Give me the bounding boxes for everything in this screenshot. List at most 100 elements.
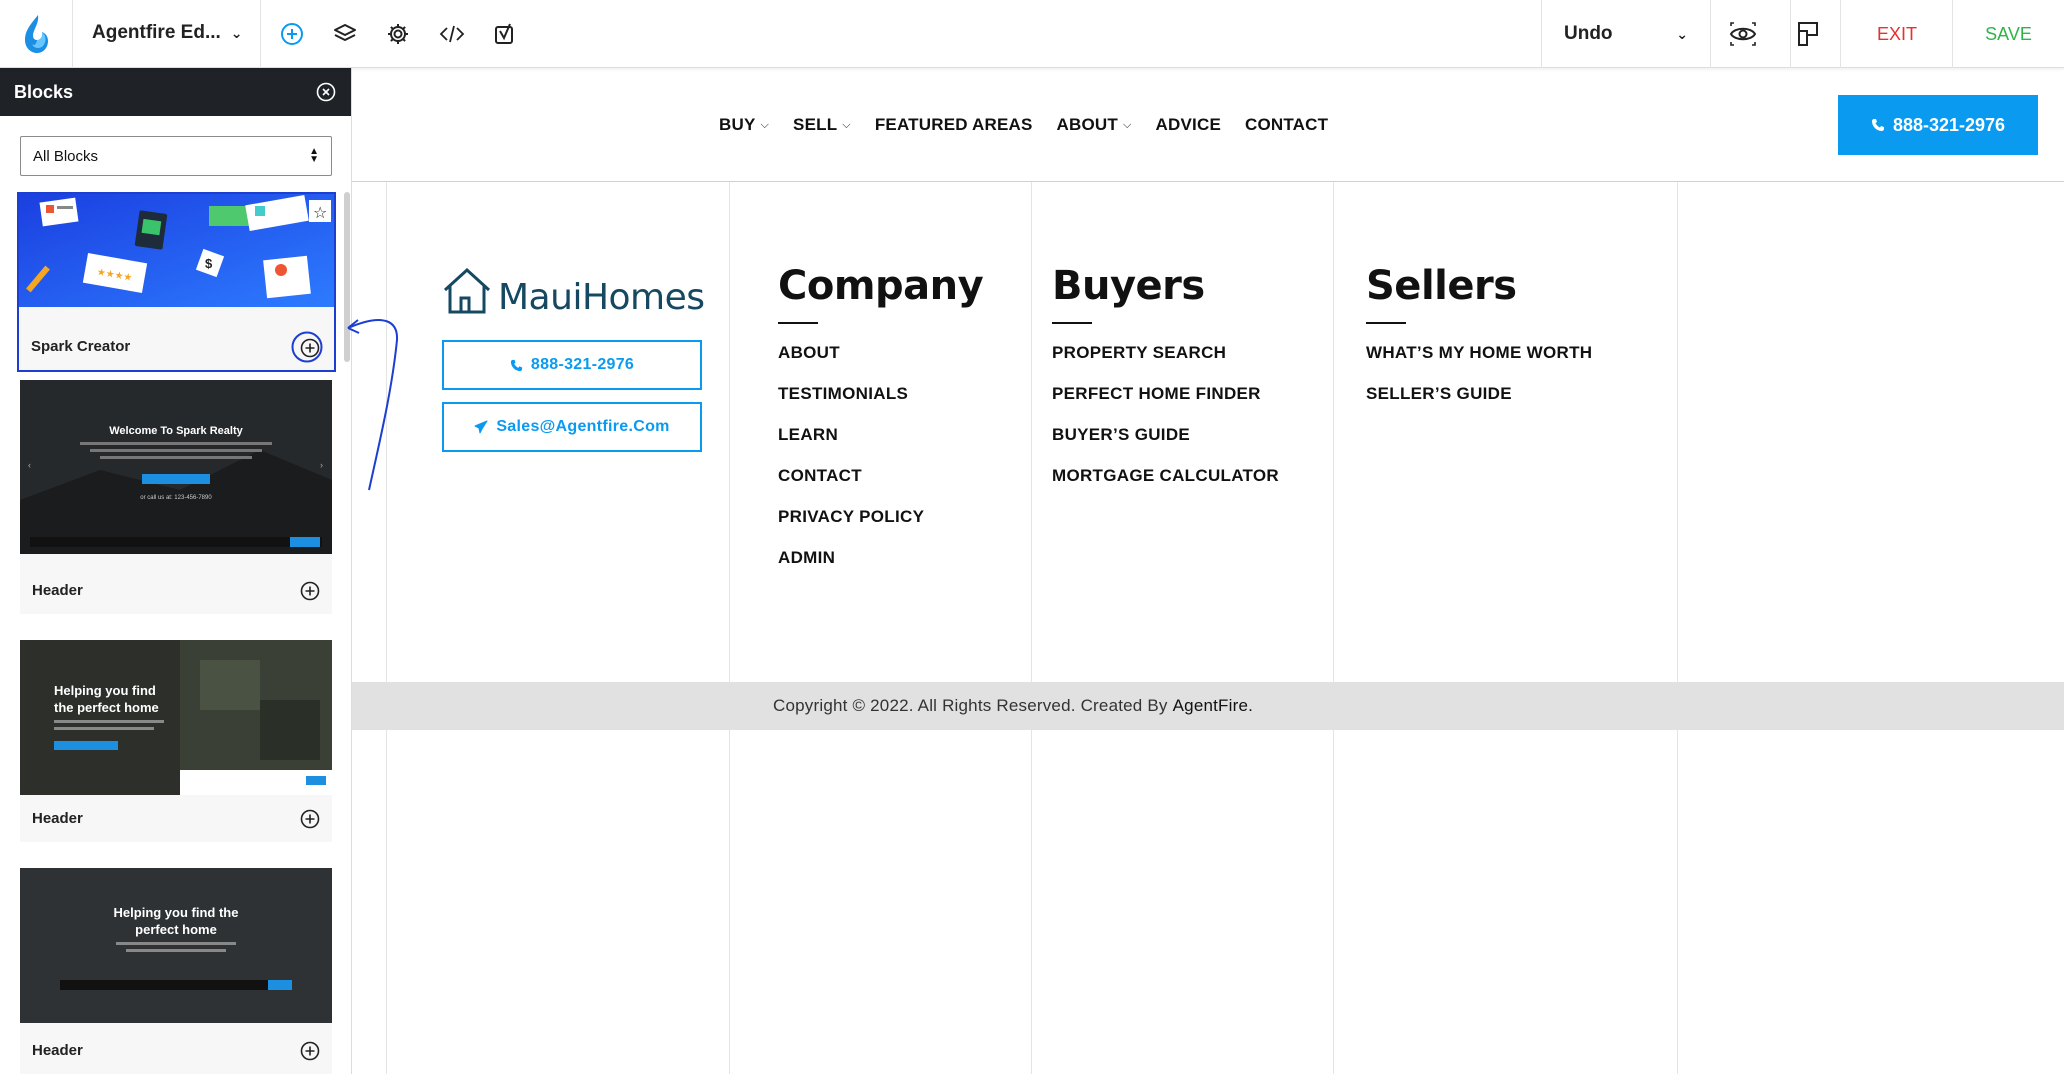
block-thumbnail: Welcome To Spark Realty or call us at: 1…: [20, 380, 332, 554]
footer-link-perfect-home-finder[interactable]: PERFECT HOME FINDER: [1052, 383, 1279, 424]
footer-link-admin[interactable]: ADMIN: [778, 547, 983, 588]
footer-link-property-search[interactable]: PROPERTY SEARCH: [1052, 342, 1279, 383]
header-phone-label: 888-321-2976: [1892, 114, 2006, 135]
seo-button[interactable]: [489, 18, 521, 50]
footer-link-buyers-guide[interactable]: BUYER’S GUIDE: [1052, 424, 1279, 465]
grid-line: [386, 182, 387, 1074]
blocks-panel: Blocks All Blocks ▲ ▼ ★★★★ $ ☆ Spark Cre…: [0, 68, 352, 1074]
preview-eye-icon: [1729, 22, 1757, 46]
select-arrows-icon: ▲ ▼: [309, 146, 319, 165]
footer-logo[interactable]: MauiHomes: [442, 266, 705, 316]
footer-column-company: Company ABOUT TESTIMONIALS LEARN CONTACT…: [778, 263, 984, 588]
copyright-text: Copyright © 2022. All Rights Reserved. C…: [773, 696, 1168, 715]
footer-link-about[interactable]: ABOUT: [778, 342, 983, 383]
chevron-down-icon: ⌄: [230, 25, 243, 41]
phone-icon: [1871, 119, 1884, 131]
paper-plane-icon: [474, 420, 488, 434]
main-nav: BUY ⌵ SELL ⌵ FEATURED AREAS ABOUT ⌵ ADVICE …: [719, 68, 1328, 182]
nav-label: CONTACT: [1244, 115, 1329, 134]
undo-label: Undo: [1564, 23, 1613, 44]
responsive-view-button[interactable]: [1792, 18, 1824, 50]
agentfire-logo-icon[interactable]: [14, 12, 58, 56]
nav-label: SELL: [793, 115, 838, 134]
svg-text:perfect home: perfect home: [135, 922, 217, 937]
nav-label: ADVICE: [1155, 115, 1221, 134]
title-underline: [1052, 322, 1092, 324]
code-button[interactable]: [436, 18, 468, 50]
page-canvas: BUY ⌵ SELL ⌵ FEATURED AREAS ABOUT ⌵ ADVICE …: [352, 68, 2064, 1074]
toolbar-divider: [1790, 0, 1791, 68]
svg-text:›: ›: [320, 460, 323, 470]
gear-icon: [388, 24, 408, 44]
svg-text:Helping you find: Helping you find: [54, 683, 156, 698]
site-title-label: Agentfire Ed...: [92, 22, 221, 43]
block-card-header[interactable]: Helping you find the perfect home Header: [20, 640, 332, 842]
site-title-dropdown[interactable]: Agentfire Ed... ⌄: [92, 0, 243, 68]
nav-item-featured-areas[interactable]: FEATURED AREAS: [875, 115, 1033, 135]
footer-email-button[interactable]: Sales@Agentfire.Com: [442, 402, 702, 452]
add-circle-icon[interactable]: [300, 809, 320, 829]
block-card-spark-creator[interactable]: ★★★★ $ ☆ Spark Creator: [17, 192, 336, 372]
svg-text:$: $: [205, 256, 213, 271]
nav-item-sell[interactable]: SELL ⌵: [793, 115, 851, 135]
block-card-header[interactable]: Helping you find the perfect home Header: [20, 868, 332, 1074]
footer-column-title: Company: [778, 263, 984, 309]
toolbar-divider: [1710, 0, 1711, 68]
settings-button[interactable]: [382, 18, 414, 50]
block-thumbnail: ★★★★ $ ☆: [19, 194, 334, 307]
footer-phone-label: 888-321-2976: [530, 356, 635, 373]
svg-text:the perfect home: the perfect home: [54, 700, 159, 715]
footer-link-learn[interactable]: LEARN: [778, 424, 983, 465]
nav-item-buy[interactable]: BUY ⌵: [719, 115, 769, 135]
chevron-down-icon: ⌄: [1676, 25, 1688, 42]
save-button[interactable]: SAVE: [1953, 0, 2064, 68]
brand-name: MauiHomes: [498, 277, 705, 318]
footer-link-testimonials[interactable]: TESTIMONIALS: [778, 383, 983, 424]
nav-item-about[interactable]: ABOUT ⌵: [1057, 115, 1132, 135]
header-phone-button[interactable]: 888-321-2976: [1838, 95, 2038, 155]
blocks-filter-value: All Blocks: [33, 147, 99, 165]
responsive-view-icon: [1798, 22, 1818, 46]
title-underline: [1366, 322, 1406, 324]
block-card-label: Header: [32, 1042, 83, 1059]
blocks-filter-select[interactable]: All Blocks ▲ ▼: [20, 136, 332, 176]
nav-item-advice[interactable]: ADVICE: [1156, 115, 1221, 135]
toolbar-divider: [260, 0, 261, 68]
chevron-down-icon: ⌵: [1123, 118, 1132, 131]
footer-phone-button[interactable]: 888-321-2976: [442, 340, 702, 390]
close-panel-button[interactable]: [315, 81, 337, 103]
close-icon: [316, 82, 336, 102]
svg-text:‹: ‹: [28, 460, 31, 470]
title-underline: [778, 322, 818, 324]
chevron-down-icon: ⌵: [842, 118, 851, 131]
block-thumbnail: Helping you find the perfect home: [20, 640, 332, 795]
footer-column-title: Buyers: [1052, 263, 1205, 309]
editor-toolbar: Agentfire Ed... ⌄ Undo ⌄ EXIT SAVE: [0, 0, 2064, 68]
block-card-label: Header: [32, 810, 83, 827]
footer-link-mortgage-calculator[interactable]: MORTGAGE CALCULATOR: [1052, 465, 1279, 506]
blocks-panel-title: Blocks: [14, 81, 74, 102]
footer-link-privacy-policy[interactable]: PRIVACY POLICY: [778, 506, 983, 547]
block-card-header[interactable]: Welcome To Spark Realty or call us at: 1…: [20, 380, 332, 614]
footer-link-sellers-guide[interactable]: SELLER’S GUIDE: [1366, 383, 1592, 424]
add-circle-icon[interactable]: [300, 581, 320, 601]
add-block-button[interactable]: [276, 18, 308, 50]
nav-item-contact[interactable]: CONTACT: [1245, 115, 1328, 135]
nav-label: BUY: [719, 115, 756, 134]
preview-button[interactable]: [1727, 18, 1759, 50]
panel-scrollbar[interactable]: [344, 192, 350, 362]
svg-text:☆: ☆: [313, 205, 327, 222]
footer-column-sellers: Sellers WHAT’S MY HOME WORTH SELLER’S GU…: [1366, 264, 1592, 424]
add-circle-icon[interactable]: [300, 1041, 320, 1061]
grid-line: [1333, 182, 1334, 1074]
footer-link-home-worth[interactable]: WHAT’S MY HOME WORTH: [1366, 342, 1592, 383]
exit-button[interactable]: EXIT: [1841, 0, 1953, 68]
undo-dropdown[interactable]: Undo ⌄: [1542, 0, 1710, 68]
layers-button[interactable]: [329, 18, 361, 50]
grid-line: [1031, 182, 1032, 1074]
agentfire-link[interactable]: AgentFire.: [1173, 696, 1253, 716]
add-block-icon: [281, 23, 303, 45]
footer-link-contact[interactable]: CONTACT: [778, 465, 983, 506]
chevron-down-icon: ⌵: [760, 118, 770, 131]
thumb-title: Welcome To Spark Realty: [109, 425, 243, 437]
